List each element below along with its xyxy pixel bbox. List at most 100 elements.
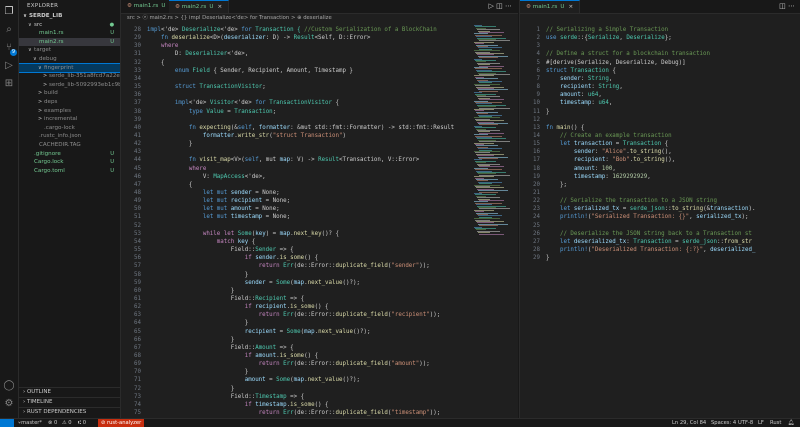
code-line[interactable]: sender: String, [546, 76, 612, 82]
code-line[interactable]: { [147, 182, 193, 188]
tree-item[interactable]: ∨ debug [19, 55, 120, 64]
editor-tab[interactable]: ⚙ main1.rs U [121, 0, 173, 13]
code-line[interactable]: println!("Deserialized Transaction: {:?}… [546, 247, 755, 253]
code-line[interactable]: // Serialize the transaction to a JSON s… [546, 198, 717, 204]
code-line[interactable]: } [147, 337, 235, 343]
left-code-area[interactable]: 28 impl<'de> Deserialize<'de> for Transac… [121, 25, 518, 418]
code-line[interactable]: return Err(de::Error::duplicate_field("a… [147, 361, 430, 367]
code-line[interactable]: }; [546, 182, 567, 188]
code-line[interactable]: fn visit_map<V>(self, mut map: V) -> Res… [147, 157, 419, 163]
code-line[interactable]: impl<'de> Visitor<'de> for TransactionVi… [147, 100, 339, 106]
tree-item[interactable]: .cargo-lock [19, 124, 120, 133]
code-line[interactable]: where [147, 166, 206, 172]
code-line[interactable]: let deserialized_tx: Transaction = serde… [546, 239, 752, 245]
code-line[interactable]: recipient: String, [546, 84, 623, 90]
run-debug-icon[interactable]: ▷ [3, 60, 15, 72]
code-line[interactable]: fn main() { [546, 125, 584, 131]
right-code-area[interactable]: 1 // Serializing a Simple Transaction 2 use… [520, 25, 800, 418]
code-line[interactable]: return Err(de::Error::duplicate_field("s… [147, 263, 430, 269]
code-line[interactable]: D: Deserializer<'de>, [147, 51, 248, 57]
code-line[interactable]: #[derive(Serialize, Deserialize, Debug)] [546, 60, 686, 66]
code-line[interactable]: sender: "Alice".to_string(), [546, 149, 672, 155]
code-line[interactable]: } [546, 109, 550, 115]
code-line[interactable]: fn expecting(&self, formatter: &mut std:… [147, 125, 454, 131]
editor-tab[interactable]: ⚙ main2.rs U × [169, 0, 230, 13]
explorer-icon[interactable]: ❐ [3, 6, 15, 18]
code-line[interactable]: struct TransactionVisitor; [147, 84, 266, 90]
timeline-section[interactable]: › TIMELINE [19, 397, 120, 407]
code-line[interactable]: return Err(de::Error::duplicate_field("t… [147, 410, 441, 416]
code-line[interactable]: // Serializing a Simple Transaction [546, 27, 668, 33]
code-line[interactable]: Field::Recipient => { [147, 296, 304, 302]
code-line[interactable]: } [147, 141, 193, 147]
code-line[interactable]: enum Field { Sender, Recipient, Amount, … [147, 68, 353, 74]
breadcrumb[interactable]: src > ⓔ main2.rs > {} impl Deserialize<'… [121, 13, 518, 23]
source-control-icon[interactable]: ⑂ 9 [3, 42, 17, 56]
left-minimap[interactable] [474, 25, 510, 418]
tree-item[interactable]: ∨ fingerprint [19, 62, 120, 74]
code-line[interactable]: } [147, 320, 249, 326]
outline-section[interactable]: › OUTLINE [19, 387, 120, 397]
code-line[interactable]: type Value = Transaction; [147, 109, 276, 115]
code-line[interactable]: // Deserialize the JSON string back to a… [546, 231, 752, 237]
code-line[interactable]: println!("Serialized Transaction: {}", s… [546, 214, 749, 220]
tree-item[interactable]: > serde_lib-351a8fcd7a22ed1 [19, 72, 120, 81]
code-line[interactable]: struct Transaction { [546, 68, 616, 74]
rust-dependencies-section[interactable]: › RUST DEPENDENCIES [19, 407, 120, 417]
code-line[interactable]: Field::Timestamp => { [147, 394, 304, 400]
code-line[interactable]: timestamp: 1629292929, [546, 174, 651, 180]
code-line[interactable]: Field::Amount => { [147, 345, 294, 351]
tree-item[interactable]: > build [19, 89, 120, 98]
run-icon[interactable]: ▷ [489, 2, 494, 10]
code-line[interactable]: amount: u64, [546, 92, 602, 98]
more-actions-icon[interactable]: ⋯ [788, 2, 795, 10]
code-line[interactable]: { [147, 60, 165, 66]
code-line[interactable]: match key { [147, 239, 255, 245]
tree-item[interactable]: > serde_lib-5092993eb1c9b... [19, 81, 120, 90]
code-line[interactable]: let transaction = Transaction { [546, 141, 668, 147]
code-line[interactable]: if recipient.is_some() { [147, 304, 329, 310]
code-line[interactable]: } [147, 272, 249, 278]
code-line[interactable]: return Err(de::Error::duplicate_field("r… [147, 312, 441, 318]
code-line[interactable]: fn deserialize<D>(deserializer: D) -> Re… [147, 35, 370, 41]
code-line[interactable]: } [147, 386, 235, 392]
close-icon[interactable]: × [568, 4, 573, 10]
tree-item[interactable]: ∨ src ● [19, 21, 120, 30]
code-line[interactable]: V: MapAccess<'de>, [147, 174, 266, 180]
code-line[interactable]: Field::Sender => { [147, 247, 294, 253]
code-line[interactable]: } [546, 255, 550, 261]
tree-item[interactable]: main1.rs U [19, 29, 120, 38]
code-line[interactable]: timestamp: u64, [546, 100, 612, 106]
code-line[interactable]: where [147, 43, 178, 49]
code-line[interactable]: recipient: "Bob".to_string(), [546, 157, 675, 163]
code-line[interactable]: let mut amount = None; [147, 206, 280, 212]
tree-item[interactable]: > examples [19, 107, 120, 116]
code-line[interactable]: // Define a struct for a blockchain tran… [546, 51, 710, 57]
tree-item[interactable]: .rustc_info.json [19, 132, 120, 141]
code-line[interactable]: let mut sender = None; [147, 190, 280, 196]
code-line[interactable]: amount = Some(map.next_value()?); [147, 377, 360, 383]
split-editor-icon[interactable]: ◫ [496, 2, 503, 10]
tree-item[interactable]: CACHEDIR.TAG [19, 141, 120, 150]
code-line[interactable]: let serialized_tx = serde_json::to_strin… [546, 206, 756, 212]
code-line[interactable]: let mut recipient = None; [147, 198, 290, 204]
tree-item[interactable]: ∨ target [19, 46, 120, 55]
code-line[interactable]: use serde::{Serialize, Deserialize}; [546, 35, 672, 41]
code-line[interactable]: formatter.write_str("struct Transaction"… [147, 133, 346, 139]
code-line[interactable]: let mut timestamp = None; [147, 214, 290, 220]
code-line[interactable]: impl<'de> Deserialize<'de> for Transacti… [147, 27, 437, 33]
code-line[interactable]: if timestamp.is_some() { [147, 402, 329, 408]
account-icon[interactable]: ◯ [3, 380, 15, 392]
code-line[interactable]: recipient = Some(map.next_value()?); [147, 329, 371, 335]
split-editor-icon[interactable]: ◫ [779, 2, 786, 10]
tree-item[interactable]: > incremental [19, 115, 120, 124]
tree-item[interactable]: .gitignore U [19, 150, 120, 159]
code-line[interactable]: if sender.is_some() { [147, 255, 318, 261]
more-actions-icon[interactable]: ⋯ [505, 2, 512, 10]
code-line[interactable]: sender = Some(map.next_value()?); [147, 280, 360, 286]
extensions-icon[interactable]: ⊞ [3, 78, 15, 90]
settings-gear-icon[interactable]: ⚙ [3, 398, 15, 410]
close-icon[interactable]: × [217, 4, 222, 10]
tree-item[interactable]: Cargo.toml U [19, 167, 120, 176]
tree-item[interactable]: > deps [19, 98, 120, 107]
